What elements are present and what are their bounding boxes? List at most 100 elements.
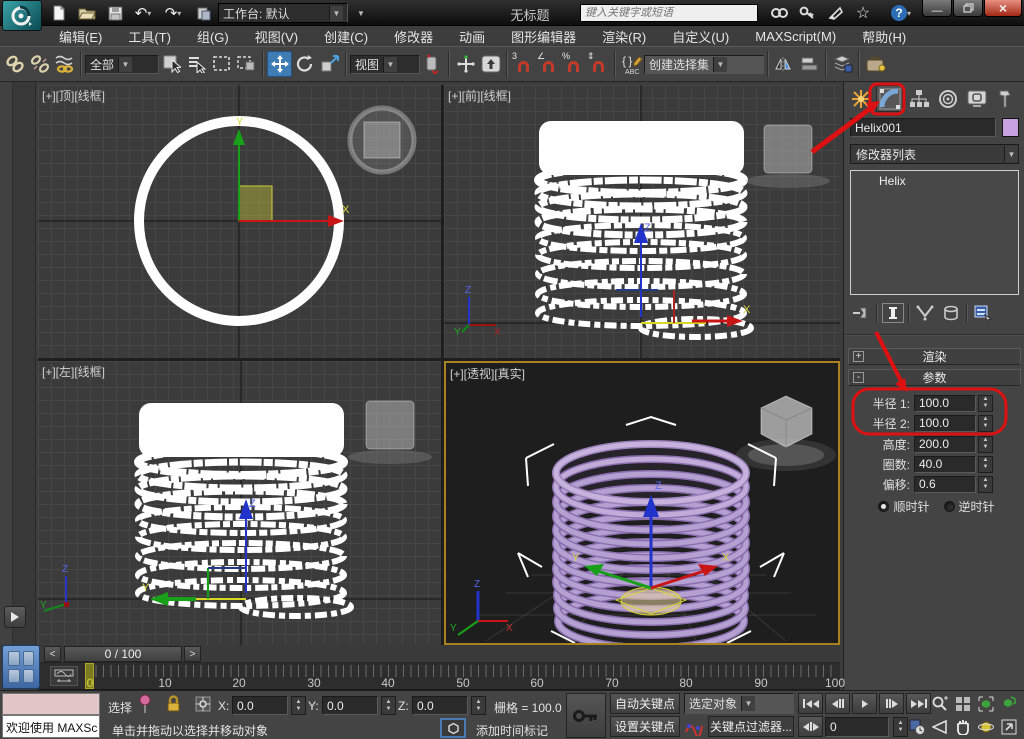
utilities-tab-icon[interactable]	[992, 85, 1019, 112]
viewcube-left-icon[interactable]	[348, 401, 432, 464]
radius1-spinner[interactable]: ▲▼	[978, 395, 993, 412]
zoom-extents-all-icon[interactable]	[997, 693, 1020, 714]
set-keys-button[interactable]	[566, 693, 606, 738]
create-tab-icon[interactable]	[847, 85, 874, 112]
menu-graph-editors[interactable]: 图形编辑器	[498, 26, 589, 46]
snaps-toggle-3d-icon[interactable]: 3	[511, 51, 536, 77]
viewcube-perspective-icon[interactable]	[736, 396, 836, 471]
select-by-name-icon[interactable]	[184, 51, 209, 77]
window-crossing-toggle-icon[interactable]	[234, 51, 259, 77]
select-object-icon[interactable]	[159, 51, 184, 77]
height-spinner[interactable]: ▲▼	[978, 436, 993, 453]
layer-manager-icon[interactable]	[830, 51, 855, 77]
mirror-icon[interactable]	[772, 51, 797, 77]
pin-icon[interactable]	[138, 694, 152, 717]
field-of-view-icon[interactable]	[928, 716, 951, 737]
menu-help[interactable]: 帮助(H)	[849, 26, 919, 46]
radius1-field[interactable]	[914, 395, 976, 412]
selection-lock-icon[interactable]	[166, 695, 181, 716]
pan-hand-icon[interactable]	[951, 716, 974, 737]
select-and-scale-icon[interactable]	[317, 51, 342, 77]
redo-icon[interactable]: ↷▾	[158, 3, 188, 23]
unlink-selection-icon[interactable]	[27, 51, 52, 77]
help-icon[interactable]: ? ▾	[884, 3, 918, 23]
y-coordinate-field[interactable]	[322, 696, 378, 715]
default-in-out-tangent-icon[interactable]	[684, 718, 704, 739]
menu-views[interactable]: 视图(V)	[242, 26, 311, 46]
menu-customize[interactable]: 自定义(U)	[659, 26, 742, 46]
search-icon[interactable]	[766, 3, 792, 23]
expand-listener-button[interactable]	[4, 606, 26, 628]
communication-center-icon[interactable]	[822, 3, 848, 23]
restore-button[interactable]	[953, 0, 983, 17]
rectangular-selection-region-icon[interactable]	[209, 51, 234, 77]
mini-curve-editor-button[interactable]	[50, 666, 78, 686]
menu-tools[interactable]: 工具(T)	[115, 26, 184, 46]
parameters-rollout-header[interactable]: - 参数	[848, 369, 1021, 386]
application-menu-button[interactable]	[2, 0, 42, 31]
undo-icon[interactable]: ↶▾	[128, 3, 158, 23]
menu-maxscript[interactable]: MAXScript(M)	[742, 26, 849, 46]
favorites-star-icon[interactable]: ☆	[850, 3, 876, 23]
hierarchy-tab-icon[interactable]	[905, 85, 932, 112]
bias-spinner[interactable]: ▲▼	[978, 476, 993, 493]
make-unique-icon[interactable]	[914, 303, 936, 323]
viewport-top-label[interactable]: [+][顶][线框]	[42, 87, 105, 104]
selection-filter-dropdown[interactable]: 全部 ▼	[85, 55, 159, 74]
keyboard-shortcut-override-icon[interactable]	[478, 51, 503, 77]
configure-modifier-sets-icon[interactable]	[972, 303, 994, 323]
open-file-icon[interactable]	[74, 3, 100, 23]
named-selection-dropdown[interactable]: 创建选择集 ▼	[644, 55, 764, 74]
key-mode-toggle-button[interactable]	[798, 716, 823, 737]
auto-key-button[interactable]: 自动关键点	[610, 693, 680, 714]
viewport-front-label[interactable]: [+][前][线框]	[448, 87, 511, 104]
menu-modifiers[interactable]: 修改器	[381, 26, 446, 46]
isolate-selection-icon[interactable]	[440, 718, 466, 738]
toolbar-overflow-icon[interactable]: ▼	[352, 3, 370, 23]
menu-create[interactable]: 创建(C)	[311, 26, 381, 46]
viewport-layout-button[interactable]	[2, 645, 40, 689]
counterclockwise-radio[interactable]: 逆时针	[944, 498, 995, 515]
use-pivot-center-icon[interactable]	[420, 51, 445, 77]
orbit-icon[interactable]	[974, 716, 997, 737]
menu-rendering[interactable]: 渲染(R)	[589, 26, 659, 46]
align-icon[interactable]	[797, 51, 822, 77]
modifier-list-dropdown[interactable]: 修改器列表 ▼	[850, 144, 1019, 164]
current-frame-field[interactable]	[825, 717, 889, 737]
menu-group[interactable]: 组(G)	[184, 26, 242, 46]
turns-spinner[interactable]: ▲▼	[978, 456, 993, 473]
angle-snap-toggle-icon[interactable]: ∠	[536, 51, 561, 77]
x-spinner[interactable]: ▲▼	[291, 696, 306, 715]
viewport-perspective[interactable]: [+][透视][真实]	[444, 361, 840, 645]
viewport-top[interactable]: [+][顶][线框] Y X	[38, 85, 441, 358]
key-filters-button[interactable]: 关键点过滤器...	[708, 716, 794, 737]
next-key-button[interactable]	[879, 693, 904, 714]
selection-set-dropdown[interactable]: 选定对象 ▼	[684, 693, 794, 714]
workspace-dropdown[interactable]: 工作台: 默认 ▼	[218, 3, 348, 23]
select-and-manipulate-icon[interactable]	[453, 51, 478, 77]
pin-stack-icon[interactable]	[850, 303, 872, 323]
viewcube-top-icon[interactable]	[350, 108, 414, 172]
previous-key-button[interactable]	[825, 693, 850, 714]
y-spinner[interactable]: ▲▼	[381, 696, 396, 715]
percent-snap-toggle-icon[interactable]: %	[561, 51, 586, 77]
modifier-stack-list[interactable]: Helix	[850, 170, 1019, 295]
modify-tab-icon[interactable]	[876, 85, 903, 112]
project-toggle-icon[interactable]	[190, 3, 216, 23]
spinner-snap-toggle-icon[interactable]: ⇕	[586, 51, 611, 77]
set-key-button[interactable]: 设置关键点	[610, 716, 680, 737]
object-name-field[interactable]	[850, 118, 996, 137]
select-and-rotate-icon[interactable]	[292, 51, 317, 77]
viewport-left[interactable]: [+][左][线框]	[38, 361, 441, 645]
radius2-field[interactable]	[914, 415, 976, 432]
x-coordinate-field[interactable]	[232, 696, 288, 715]
macro-recorder-field[interactable]	[2, 693, 100, 715]
object-color-swatch[interactable]	[1002, 118, 1019, 137]
viewport-left-label[interactable]: [+][左][线框]	[42, 363, 105, 380]
motion-tab-icon[interactable]	[934, 85, 961, 112]
stack-item-helix[interactable]: Helix	[851, 171, 1018, 188]
move-gizmo-front[interactable]: Z X	[616, 222, 751, 327]
viewcube-front-icon[interactable]	[746, 125, 830, 188]
reference-coordinate-dropdown[interactable]: 视图 ▼	[350, 55, 420, 74]
viewport-front[interactable]: [+][前][线框]	[444, 85, 840, 358]
